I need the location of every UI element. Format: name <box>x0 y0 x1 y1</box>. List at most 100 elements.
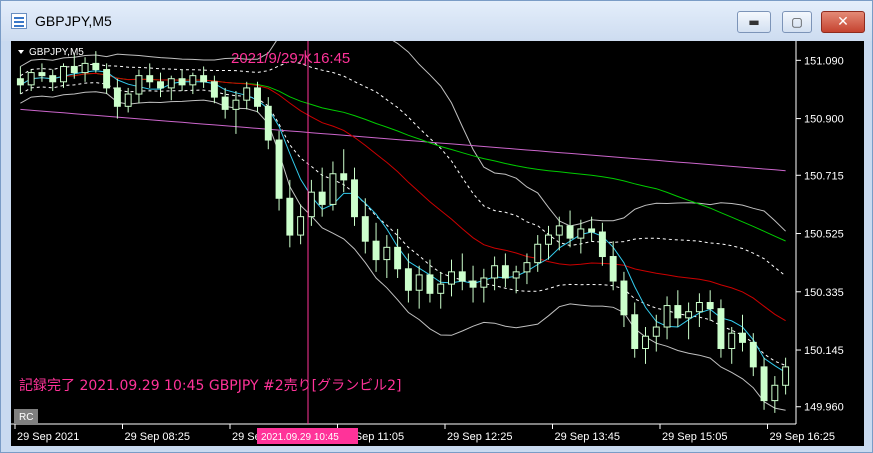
maximize-button[interactable]: ▢ <box>782 11 812 33</box>
candle-body <box>728 332 736 349</box>
candle-body <box>491 265 499 279</box>
candle-body <box>717 308 725 349</box>
title-bar[interactable]: GBPJPY,M5 ▬ ▢ ✕ <box>1 1 872 41</box>
chart-window-icon <box>11 13 27 29</box>
candle-body <box>404 268 412 291</box>
candle-body <box>16 78 24 86</box>
candle-body <box>663 305 671 328</box>
minimize-button[interactable]: ▬ <box>737 11 771 33</box>
candle-body <box>739 332 746 343</box>
candle-body <box>458 271 466 282</box>
price-tick-label: 149.960 <box>804 402 844 414</box>
ma-short <box>20 72 786 322</box>
candle-body <box>157 81 164 89</box>
candle-body <box>210 81 218 98</box>
ma-fast <box>20 70 786 373</box>
candle-body <box>394 246 402 270</box>
candle-body <box>706 302 714 310</box>
time-tick-label: 29 Sep 12:25 <box>447 431 512 443</box>
price-tick-label: 150.525 <box>804 229 844 241</box>
price-axis: 151.090 150.900 150.715 150.525 150.335 150.1… <box>796 55 844 414</box>
candle-body <box>92 62 100 71</box>
crosshair-time-badge: 2021.09.29 10:45 <box>261 432 339 443</box>
rc-badge[interactable]: RC <box>19 412 33 423</box>
time-tick-label: 29 Sep 08:25 <box>125 431 190 443</box>
moving-averages <box>20 70 786 373</box>
window-title: GBPJPY,M5 <box>35 13 112 29</box>
ma-long <box>20 108 786 172</box>
candle-body <box>275 139 283 199</box>
candle-body <box>103 69 111 89</box>
candle-body <box>426 274 434 294</box>
price-tick-label: 150.145 <box>804 345 844 357</box>
candle-body <box>361 216 369 242</box>
candle-body <box>415 274 423 291</box>
candle-body <box>27 72 35 86</box>
bollinger-bands <box>20 41 786 411</box>
candle-body <box>545 234 552 245</box>
candle-body <box>318 191 326 205</box>
candle-body <box>254 87 261 107</box>
candle-body <box>771 384 779 402</box>
candle-body <box>167 78 175 89</box>
candle-body <box>695 302 703 313</box>
price-tick-label: 150.715 <box>804 170 844 182</box>
candle-body <box>469 280 477 288</box>
candle-body <box>135 75 143 95</box>
candle-body <box>448 271 455 285</box>
candle-body <box>749 341 757 368</box>
candle-body <box>512 271 520 279</box>
candle-body <box>189 75 197 86</box>
candle-body <box>297 216 305 236</box>
candle-body <box>642 335 649 349</box>
candle-body <box>555 225 563 236</box>
candle-body <box>286 197 294 236</box>
candle-body <box>534 243 542 264</box>
candle-body <box>232 99 240 110</box>
candle-body <box>437 283 445 294</box>
ma-mid <box>20 72 786 242</box>
candle-body <box>501 265 509 279</box>
candle-body <box>264 105 272 141</box>
candle-body <box>523 262 531 273</box>
candle-body <box>609 256 617 282</box>
candle-body <box>70 65 78 74</box>
chart-menu-triangle-icon[interactable] <box>18 50 24 54</box>
candle-body <box>372 240 380 261</box>
candle-body <box>480 277 488 288</box>
candle-body <box>329 173 337 205</box>
band-upper-1 <box>20 60 786 277</box>
candle-body <box>631 314 639 349</box>
time-tick-label: 29 Sep 13:45 <box>555 431 620 443</box>
candle-body <box>588 228 596 233</box>
time-tick-label: 29 Sep 2021 <box>17 431 79 443</box>
price-tick-label: 151.090 <box>804 55 844 67</box>
chart-window: GBPJPY,M5 ▬ ▢ ✕ 151.090 150.900 150.715 150… <box>0 0 873 453</box>
candle-body <box>178 78 186 86</box>
candle-body <box>674 305 682 319</box>
candle-body <box>146 75 154 83</box>
price-chart[interactable]: 151.090 150.900 150.715 150.525 150.335 150.1… <box>11 41 864 446</box>
candle-body <box>49 75 57 83</box>
candle-body <box>243 87 251 101</box>
candles <box>16 51 790 413</box>
candle-body <box>685 311 693 319</box>
price-tick-label: 150.900 <box>804 114 844 126</box>
candle-body <box>652 326 660 337</box>
candle-body <box>38 72 46 77</box>
candle-body <box>566 225 574 239</box>
crosshair-date-label: 2021/9/29水16:45 <box>231 50 350 67</box>
price-tick-label: 150.335 <box>804 287 844 299</box>
candle-body <box>351 179 358 218</box>
chart-canvas[interactable]: 151.090 150.900 150.715 150.525 150.335 150.1… <box>11 41 864 446</box>
candle-body <box>598 231 606 258</box>
close-button[interactable]: ✕ <box>821 11 865 33</box>
candle-body <box>60 65 67 83</box>
candle-body <box>81 62 89 74</box>
candle-body <box>383 246 391 261</box>
record-note: 記録完了 2021.09.29 10:45 GBPJPY #2売り[グランビル2… <box>19 377 401 394</box>
symbol-label: GBPJPY,M5 <box>29 47 84 58</box>
band-upper-2 <box>20 41 786 232</box>
candle-body <box>340 173 348 181</box>
candle-body <box>113 87 121 107</box>
